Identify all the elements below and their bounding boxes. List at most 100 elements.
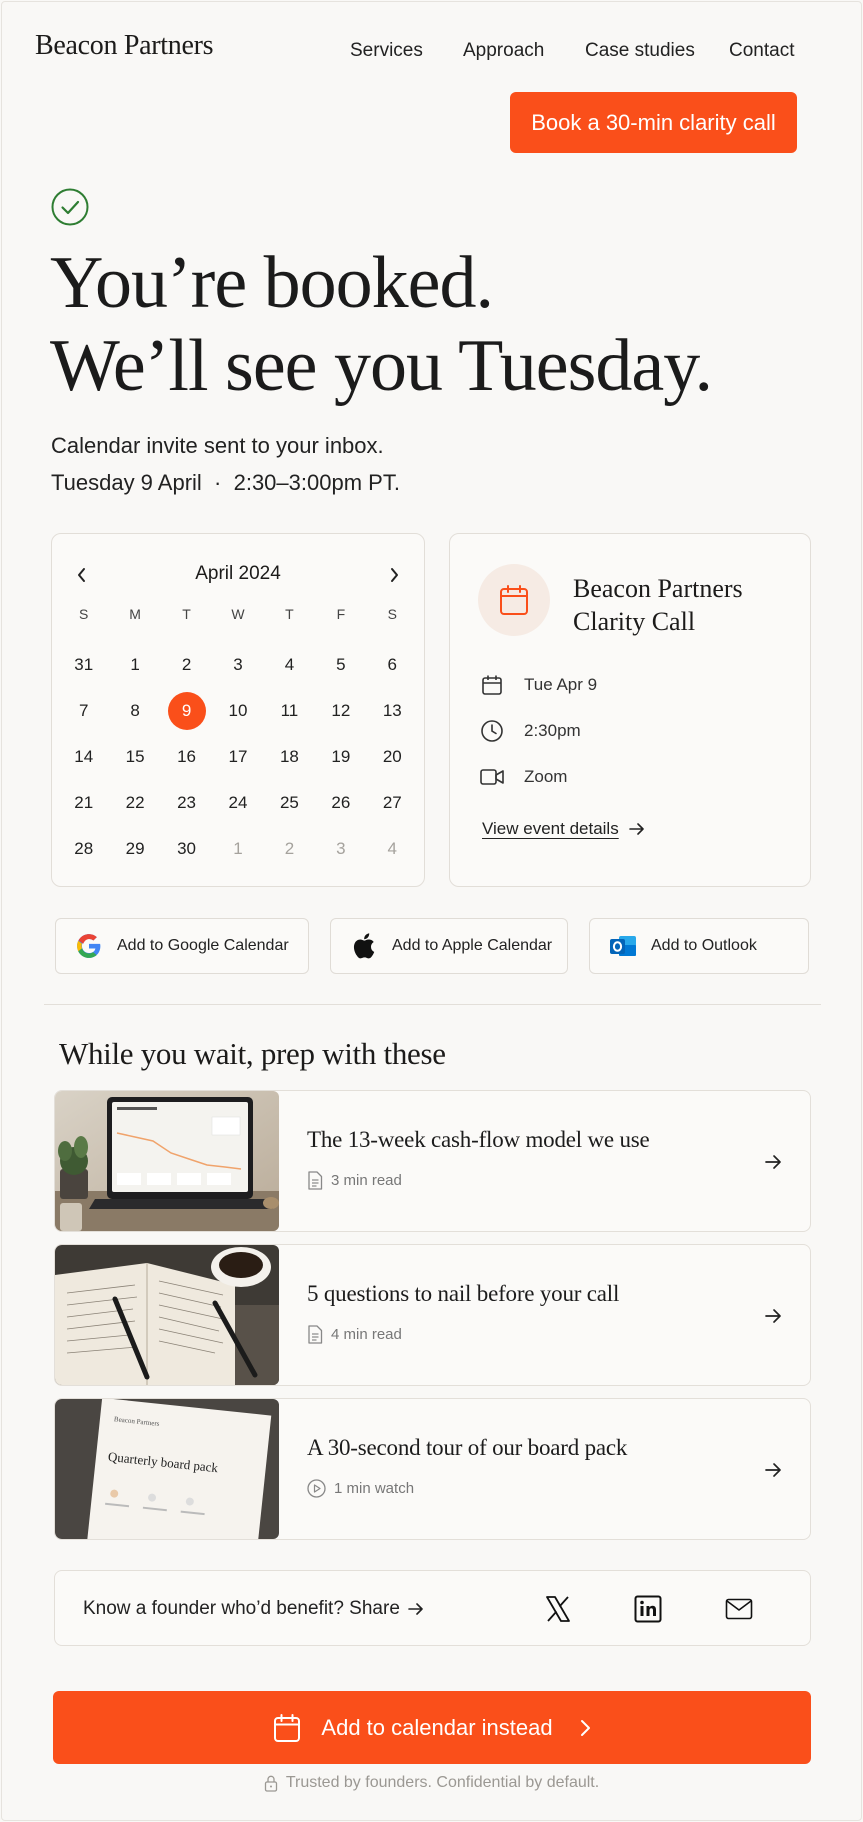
calendar-day[interactable]: 1 — [109, 646, 160, 684]
nav-services[interactable]: Services — [350, 40, 423, 62]
calendar-day[interactable]: 5 — [315, 646, 366, 684]
event-date: Tue Apr 9 — [524, 675, 598, 694]
trust-note: Trusted by founders. Confidential by def… — [2, 1774, 861, 1792]
share-link[interactable]: Know a founder who’d benefit? Share — [83, 1598, 424, 1620]
article-read-time: 4 min read — [331, 1326, 402, 1343]
arrow-right-icon — [765, 1309, 781, 1323]
view-event-details-label: View event details — [482, 819, 619, 838]
calendar-header: April 2024 — [52, 560, 424, 590]
calendar-day[interactable]: 21 — [58, 784, 109, 822]
add-google-calendar-button[interactable]: Add to Google Calendar — [55, 918, 309, 974]
add-outlook-button[interactable]: Add to Outlook — [589, 918, 809, 974]
document-icon — [308, 1171, 323, 1190]
calendar-day[interactable]: 27 — [367, 784, 418, 822]
calendar-day[interactable]: 7 — [58, 692, 109, 730]
add-outlook-label: Add to Outlook — [651, 937, 757, 954]
event-time-row: 2:30pm — [480, 718, 581, 744]
document-icon — [308, 1325, 323, 1344]
article-read-time: 3 min read — [331, 1172, 402, 1189]
calendar-day[interactable]: 30 — [161, 830, 212, 868]
nav-approach[interactable]: Approach — [463, 40, 544, 62]
calendar-day[interactable]: 13 — [367, 692, 418, 730]
divider — [44, 1004, 821, 1005]
weekday-label: T — [182, 606, 191, 622]
calendar-day[interactable]: 2 — [161, 646, 212, 684]
calendar-day[interactable]: 14 — [58, 738, 109, 776]
calendar-day[interactable]: 3 — [212, 646, 263, 684]
calendar-day[interactable]: 22 — [109, 784, 160, 822]
calendar-card: April 2024 S M T W T F S 31 1 2 3 4 5 6 7 8 9 10 11… — [51, 533, 425, 887]
calendar-month: April 2024 — [195, 563, 281, 584]
add-apple-calendar-button[interactable]: Add to Apple Calendar — [330, 918, 568, 974]
arrow-right-icon — [765, 1463, 781, 1477]
calendar-day[interactable]: 25 — [264, 784, 315, 822]
share-x-button[interactable] — [542, 1593, 574, 1625]
calendar-icon — [500, 585, 528, 615]
calendar-day[interactable]: 19 — [315, 738, 366, 776]
article-card[interactable]: The 13-week cash-flow model we use 3 min… — [54, 1090, 811, 1232]
calendar-weeks: 31 1 2 3 4 5 6 7 8 9 10 11 12 13 14 15 16 17 18 19 20 21 22 23 2… — [58, 642, 418, 872]
calendar-day[interactable]: 29 — [109, 830, 160, 868]
event-icon — [478, 564, 550, 636]
calendar-day[interactable]: 17 — [212, 738, 263, 776]
article-watch-time: 1 min watch — [334, 1480, 415, 1497]
event-card: Beacon Partners Clarity Call Tue Apr 9 2… — [449, 533, 811, 887]
calendar-day[interactable]: 24 — [212, 784, 263, 822]
calendar-day[interactable]: 11 — [264, 692, 315, 730]
chevron-right-icon — [579, 1719, 591, 1737]
calendar-day[interactable]: 6 — [367, 646, 418, 684]
logo[interactable]: Beacon Partners — [35, 30, 214, 62]
article-title: The 13-week cash-flow model we use — [307, 1127, 650, 1152]
add-to-calendar-button[interactable]: Add to calendar instead — [53, 1691, 811, 1764]
calendar-day[interactable]: 26 — [315, 784, 366, 822]
article-meta: 1 min watch — [307, 1479, 414, 1498]
article-meta: 3 min read — [307, 1171, 402, 1190]
next-month-button[interactable] — [379, 560, 409, 590]
article-thumbnail — [55, 1091, 279, 1231]
calendar-day[interactable]: 10 — [212, 692, 263, 730]
nav-contact[interactable]: Contact — [729, 40, 794, 62]
weekday-label: S — [387, 606, 397, 622]
event-time: 2:30pm — [524, 721, 581, 740]
calendar-day[interactable]: 28 — [58, 830, 109, 868]
calendar-day[interactable]: 4 — [367, 830, 418, 868]
share-text: Know a founder who’d benefit? Share — [83, 1598, 400, 1619]
calendar-day[interactable]: 3 — [315, 830, 366, 868]
google-icon — [75, 932, 103, 960]
mail-icon — [725, 1598, 753, 1620]
share-linkedin-button[interactable] — [632, 1593, 664, 1625]
calendar-day[interactable]: 23 — [161, 784, 212, 822]
prev-month-button[interactable] — [67, 560, 97, 590]
clock-icon — [480, 719, 504, 743]
weekday-label: T — [285, 606, 294, 622]
calendar-day[interactable]: 8 — [109, 692, 160, 730]
page-title: You’re booked. We’ll see you Tuesday. — [50, 242, 713, 408]
article-title: 5 questions to nail before your call — [307, 1281, 620, 1306]
calendar-day[interactable]: 4 — [264, 646, 315, 684]
calendar-day[interactable]: 20 — [367, 738, 418, 776]
calendar-day-selected[interactable]: 9 — [161, 692, 212, 730]
weekday-label: S — [79, 606, 89, 622]
share-email-button[interactable] — [723, 1593, 755, 1625]
calendar-day[interactable]: 12 — [315, 692, 366, 730]
article-card[interactable]: 5 questions to nail before your call 4 m… — [54, 1244, 811, 1386]
add-apple-calendar-label: Add to Apple Calendar — [392, 937, 553, 954]
calendar-week: 28 29 30 1 2 3 4 — [58, 826, 418, 872]
book-call-button[interactable]: Book a 30-min clarity call — [510, 92, 797, 153]
nav-case-studies[interactable]: Case studies — [585, 40, 695, 62]
share-bar: Know a founder who’d benefit? Share — [54, 1570, 811, 1646]
article-meta: 4 min read — [307, 1325, 402, 1344]
headline-line-2: We’ll see you Tuesday. — [50, 325, 713, 407]
event-location-row: Zoom — [480, 764, 567, 790]
calendar-day[interactable]: 2 — [264, 830, 315, 868]
article-card[interactable]: Beacon Partners Quarterly board pack A 3… — [54, 1398, 811, 1540]
arrow-right-icon — [408, 1603, 423, 1615]
view-event-details-link[interactable]: View event details — [482, 819, 645, 839]
x-logo-icon — [546, 1596, 570, 1622]
calendar-day[interactable]: 31 — [58, 646, 109, 684]
calendar-day[interactable]: 18 — [264, 738, 315, 776]
calendar-day[interactable]: 16 — [161, 738, 212, 776]
event-location: Zoom — [524, 767, 568, 786]
calendar-day[interactable]: 15 — [109, 738, 160, 776]
calendar-day[interactable]: 1 — [212, 830, 263, 868]
